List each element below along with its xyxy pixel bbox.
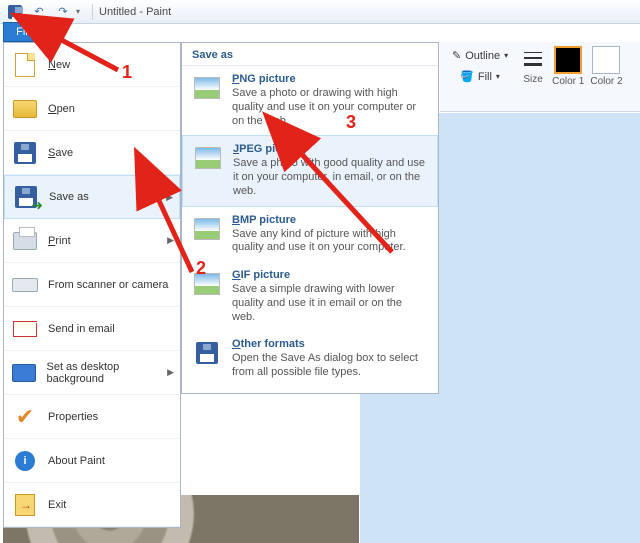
quick-access-toolbar: ↶ ↷ ▾	[4, 2, 86, 22]
menu-label: Exit	[48, 499, 66, 511]
qat-dropdown[interactable]: ▾	[76, 7, 86, 16]
printer-icon	[13, 232, 37, 250]
color1-swatch[interactable]	[554, 46, 582, 74]
submenu-header: Save as	[182, 43, 438, 66]
item-desc: Save a simple drawing with lower quality…	[232, 283, 428, 324]
size-group: Size	[520, 46, 546, 85]
item-desc: Save a photo or drawing with high qualit…	[232, 87, 428, 128]
window-title: Untitled - Paint	[99, 6, 171, 18]
menu-label: Send in email	[48, 323, 115, 335]
bucket-icon: 🪣	[460, 70, 474, 83]
save-as-png[interactable]: PNG picture Save a photo or drawing with …	[182, 66, 438, 135]
item-title: JPEG picture	[233, 143, 427, 155]
color2-swatch[interactable]	[592, 46, 620, 74]
floppy-icon	[8, 5, 22, 19]
menu-label: About Paint	[48, 455, 105, 467]
file-menu-about[interactable]: i About Paint	[4, 439, 180, 483]
menu-label: Set as desktop background	[46, 361, 172, 385]
item-desc: Save any kind of picture with high quali…	[232, 228, 428, 256]
annotation-2: 2	[196, 258, 206, 279]
item-title: PNG picture	[232, 73, 428, 85]
floppy-icon	[196, 342, 218, 364]
document-icon	[15, 53, 35, 77]
save-as-other[interactable]: Other formats Open the Save As dialog box…	[182, 331, 438, 387]
file-menu: New Open Save ➜ Save as ▶ Print ▶ From scan…	[3, 42, 181, 528]
menu-label: Save as	[49, 191, 89, 203]
save-as-jpeg[interactable]: JPEG picture Save a photo with good quali…	[182, 135, 438, 206]
picture-icon	[194, 77, 220, 99]
file-menu-email[interactable]: Send in email	[4, 307, 180, 351]
color2-group[interactable]: Color 2	[590, 46, 622, 87]
chevron-right-icon: ▶	[167, 235, 174, 246]
picture-icon	[194, 218, 220, 240]
file-menu-print[interactable]: Print ▶	[4, 219, 180, 263]
file-menu-save[interactable]: Save	[4, 131, 180, 175]
item-title: Other formats	[232, 338, 428, 350]
menu-label: Save	[48, 147, 73, 159]
exit-icon	[15, 494, 35, 516]
item-title: BMP picture	[232, 214, 428, 226]
file-menu-desktop-bg[interactable]: Set as desktop background▶	[4, 351, 180, 395]
size-label: Size	[523, 74, 542, 85]
color1-group[interactable]: Color 1	[552, 46, 584, 87]
undo-qat-button[interactable]: ↶	[28, 2, 50, 22]
pencil-icon: ✎	[452, 49, 461, 62]
check-icon: ✔	[16, 404, 34, 430]
file-menu-properties[interactable]: ✔ Properties	[4, 395, 180, 439]
size-button[interactable]	[520, 46, 546, 72]
outline-button[interactable]: ✎ Outline ▾	[446, 46, 514, 65]
title-bar: ↶ ↷ ▾ Untitled - Paint	[0, 0, 640, 24]
file-menu-new[interactable]: New	[4, 43, 180, 87]
save-as-bmp[interactable]: BMP picture Save any kind of picture with…	[182, 207, 438, 263]
menu-label: From scanner or camera	[48, 279, 168, 291]
separator	[92, 4, 93, 20]
file-menu-scanner[interactable]: From scanner or camera	[4, 263, 180, 307]
chevron-down-icon: ▾	[38, 28, 42, 37]
save-as-gif[interactable]: GIF picture Save a simple drawing with lo…	[182, 262, 438, 331]
folder-icon	[13, 100, 37, 118]
mail-icon	[13, 321, 37, 337]
ribbon-fragment: ✎ Outline ▾ 🪣 Fill ▾ Size Color 1 Color 2	[440, 42, 640, 112]
save-as-submenu: Save as PNG picture Save a photo or drawi…	[181, 42, 439, 394]
chevron-right-icon: ▶	[167, 367, 174, 378]
outline-fill-group: ✎ Outline ▾ 🪣 Fill ▾	[446, 46, 514, 86]
color1-label: Color 1	[552, 76, 584, 87]
save-qat-button[interactable]	[4, 2, 26, 22]
item-desc: Open the Save As dialog box to select fr…	[232, 352, 428, 380]
item-desc: Save a photo with good quality and use i…	[233, 157, 427, 198]
file-menu-save-as[interactable]: ➜ Save as ▶	[4, 175, 180, 219]
file-tab-label: File	[16, 26, 34, 38]
fill-label: Fill	[478, 71, 492, 83]
desktop-icon	[12, 364, 36, 382]
menu-label: Open	[48, 103, 75, 115]
picture-icon	[195, 147, 221, 169]
menu-label: New	[48, 59, 70, 71]
outline-label: Outline	[465, 50, 500, 62]
menu-label: Print	[48, 235, 71, 247]
file-menu-open[interactable]: Open	[4, 87, 180, 131]
annotation-1: 1	[122, 62, 132, 83]
arrow-icon: ➜	[31, 197, 43, 214]
info-icon: i	[15, 451, 35, 471]
item-title: GIF picture	[232, 269, 428, 281]
redo-qat-button[interactable]: ↷	[52, 2, 74, 22]
annotation-3: 3	[346, 112, 356, 133]
scanner-icon	[12, 278, 38, 292]
chevron-down-icon: ▾	[504, 51, 508, 60]
chevron-right-icon: ▶	[166, 192, 173, 203]
menu-label: Properties	[48, 411, 98, 423]
file-tab[interactable]: File ▾	[3, 22, 55, 42]
fill-button[interactable]: 🪣 Fill ▾	[454, 67, 506, 86]
chevron-down-icon: ▾	[496, 72, 500, 81]
file-menu-exit[interactable]: Exit	[4, 483, 180, 527]
color2-label: Color 2	[590, 76, 622, 87]
floppy-icon	[14, 142, 36, 164]
